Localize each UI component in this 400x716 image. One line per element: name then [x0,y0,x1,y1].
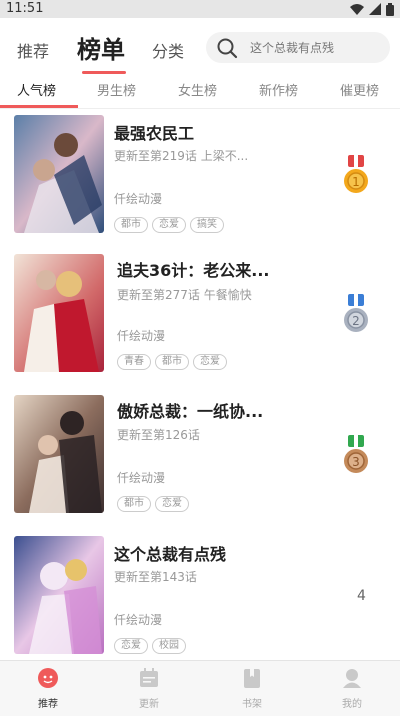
signal-icon [369,3,381,15]
comic-tags: 青春 都市 恋爱 [117,354,227,370]
subtab-male[interactable]: 男生榜 [97,80,136,99]
comic-tag: 恋爱 [152,217,186,233]
rank-number: 2 [352,314,360,328]
bottom-nav-label: 推荐 [38,699,58,710]
bottom-nav-label: 我的 [342,699,362,710]
comic-tag: 青春 [117,354,151,370]
status-icons [350,2,394,16]
bookshelf-icon [244,669,260,688]
subtab-new[interactable]: 新作榜 [259,80,298,99]
comic-tag: 恋爱 [193,354,227,370]
comic-cover-image[interactable] [14,115,104,233]
bottom-navigation: 推荐 更新 书架 我的 [0,660,400,716]
subtab-female[interactable]: 女生榜 [178,80,217,99]
comic-cover-image[interactable] [14,536,104,654]
comic-update-status: 更新至第126话 [117,428,200,442]
comic-tag: 都市 [114,217,148,233]
comic-list-item[interactable]: 这个总裁有点残 更新至第143话 仟绘动漫 恋爱 校园 4 [0,536,400,676]
comic-tag: 搞笑 [190,217,224,233]
comic-update-status: 更新至第143话 [114,570,197,584]
ranking-sub-tabs: 人气榜 男生榜 女生榜 新作榜 催更榜 [0,76,400,109]
user-icon [343,669,361,688]
comic-tag: 恋爱 [155,496,189,512]
recommend-icon [38,668,58,688]
subtab-urge[interactable]: 催更榜 [340,80,379,99]
bottom-nav-update[interactable]: 更新 [119,661,179,716]
comic-tags: 恋爱 校园 [114,638,186,654]
comic-tags: 都市 恋爱 [117,496,189,512]
search-icon [217,38,238,59]
rank-number: 4 [357,588,366,604]
subtab-popular[interactable]: 人气榜 [17,80,56,99]
top-navigation: 推荐 榜单 分类 这个总裁有点残 [0,18,400,76]
status-time: 11:51 [6,1,44,16]
comic-list-item[interactable]: 追夫36计：老公来... 更新至第277话 午餐愉快 仟绘动漫 青春 都市 恋爱… [0,254,400,394]
bottom-nav-profile[interactable]: 我的 [322,661,382,716]
bottom-nav-bookshelf[interactable]: 书架 [222,661,282,716]
comic-author: 仟绘动漫 [114,613,163,627]
comic-list-item[interactable]: 最强农民工 更新至第219话 上梁不... 仟绘动漫 都市 恋爱 搞笑 1 [0,115,400,255]
comic-update-status: 更新至第277话 午餐愉快 [117,288,252,302]
comic-cover-image[interactable] [14,395,104,513]
comic-title[interactable]: 傲娇总裁：一纸协... [117,398,263,422]
search-placeholder: 这个总裁有点残 [250,41,335,55]
wifi-icon [350,4,364,15]
comic-tag: 都市 [117,496,151,512]
tab-category[interactable]: 分类 [152,38,184,62]
silver-medal-icon: 2 [344,294,368,332]
comic-list-item[interactable]: 傲娇总裁：一纸协... 更新至第126话 仟绘动漫 都市 恋爱 3 [0,395,400,535]
comic-tag: 恋爱 [114,638,148,654]
subtab-indicator [0,105,78,108]
comic-cover-image[interactable] [14,254,104,372]
bottom-nav-label: 更新 [139,699,159,710]
tab-recommend[interactable]: 推荐 [17,38,49,62]
comic-author: 仟绘动漫 [117,471,166,485]
rank-number: 1 [352,175,360,189]
comic-tag: 校园 [152,638,186,654]
comic-author: 仟绘动漫 [117,329,166,343]
tab-ranking[interactable]: 榜单 [77,30,125,65]
calendar-icon [140,668,158,687]
bronze-medal-icon: 3 [344,435,368,473]
battery-icon [386,2,394,16]
comic-update-status: 更新至第219话 上梁不... [114,149,249,163]
rank-number: 3 [352,455,360,469]
comic-title[interactable]: 这个总裁有点残 [114,541,226,565]
bottom-nav-label: 书架 [242,699,262,710]
search-bar[interactable]: 这个总裁有点残 [206,32,390,63]
comic-author: 仟绘动漫 [114,192,163,206]
comic-tags: 都市 恋爱 搞笑 [114,217,224,233]
active-tab-indicator [82,71,126,74]
comic-title[interactable]: 最强农民工 [114,120,194,144]
bottom-nav-recommend[interactable]: 推荐 [18,661,78,716]
comic-tag: 都市 [155,354,189,370]
status-bar: 11:51 [0,0,400,18]
gold-medal-icon: 1 [344,155,368,193]
comic-title[interactable]: 追夫36计：老公来... [117,257,270,281]
